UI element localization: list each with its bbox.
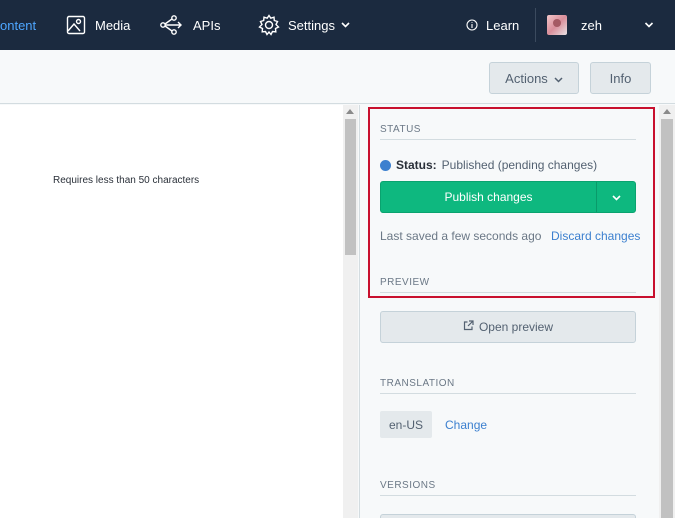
entry-editor <box>0 105 343 518</box>
nav-separator <box>535 8 536 42</box>
scrollbar-thumb[interactable] <box>345 119 356 255</box>
nav-content[interactable]: ontent <box>0 0 36 50</box>
share-nodes-icon <box>160 15 184 35</box>
avatar <box>547 15 567 35</box>
top-navigation: ontent Media APIs Settings Learn zeh <box>0 0 675 50</box>
gear-icon <box>258 14 280 36</box>
info-label: Info <box>609 70 632 86</box>
nav-settings[interactable]: Settings <box>258 0 350 50</box>
info-button[interactable]: Info <box>590 62 651 94</box>
user-name: zeh <box>581 17 602 33</box>
versions-panel[interactable] <box>380 514 636 518</box>
change-locale-link[interactable]: Change <box>445 418 487 432</box>
open-preview-button[interactable]: Open preview <box>380 311 636 343</box>
nav-settings-label: Settings <box>288 17 335 33</box>
nav-apis[interactable]: APIs <box>160 0 220 50</box>
divider <box>380 393 636 394</box>
nav-media[interactable]: Media <box>66 0 130 50</box>
nav-learn[interactable]: Learn <box>466 0 519 50</box>
info-icon <box>466 19 478 31</box>
scroll-up-icon[interactable] <box>663 109 671 114</box>
actions-button[interactable]: Actions <box>489 62 579 94</box>
divider <box>380 495 636 496</box>
scroll-up-icon[interactable] <box>346 109 354 114</box>
external-link-icon <box>463 320 479 334</box>
chevron-down-icon[interactable] <box>644 18 654 36</box>
nav-media-label: Media <box>95 17 131 33</box>
highlight-box <box>368 107 655 298</box>
field-hint: Requires less than 50 characters <box>53 175 200 186</box>
locale-badge: en-US <box>380 411 432 438</box>
scrollbar-thumb[interactable] <box>661 119 673 518</box>
nav-content-label: ontent <box>0 17 37 33</box>
image-icon <box>66 15 86 35</box>
nav-apis-label: APIs <box>193 17 221 33</box>
translation-section-title: TRANSLATION <box>380 378 455 389</box>
nav-learn-label: Learn <box>486 17 520 33</box>
user-menu[interactable]: zeh <box>547 0 602 50</box>
sidebar-scrollbar[interactable] <box>659 105 675 518</box>
chevron-down-icon <box>554 71 563 86</box>
versions-section-title: VERSIONS <box>380 480 436 491</box>
actions-label: Actions <box>505 70 548 86</box>
editor-scrollbar[interactable] <box>343 105 358 518</box>
chevron-down-icon <box>341 22 350 28</box>
open-preview-label: Open preview <box>478 320 554 334</box>
